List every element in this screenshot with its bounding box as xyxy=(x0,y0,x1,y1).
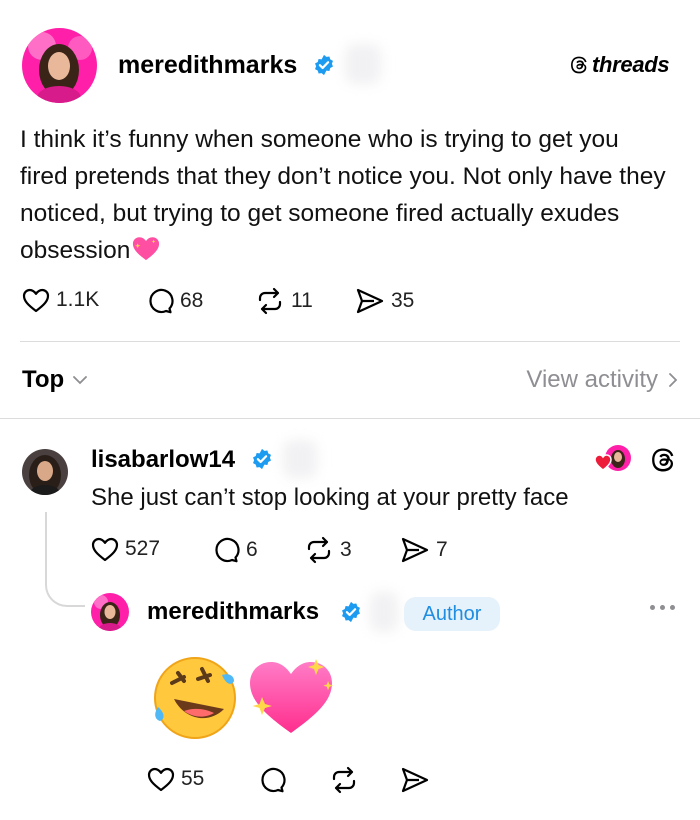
like-count: 1.1K xyxy=(56,288,100,311)
more-options-button[interactable] xyxy=(650,605,675,610)
dot-icon xyxy=(670,605,675,610)
send-icon xyxy=(401,767,429,793)
heart-icon xyxy=(147,767,175,792)
dot-icon xyxy=(660,605,665,610)
reply-text: She just can’t stop looking at your pret… xyxy=(91,484,569,511)
dot-icon xyxy=(650,605,655,610)
view-activity-label: View activity xyxy=(526,366,658,393)
blurred-area xyxy=(345,44,381,84)
reply-avatar[interactable] xyxy=(22,449,68,495)
repost-count: 11 xyxy=(291,289,313,312)
sparkling-heart-emoji xyxy=(133,237,160,261)
author-reply-share-button[interactable] xyxy=(400,766,430,794)
author-reply-like-count: 55 xyxy=(181,767,205,790)
repost-icon xyxy=(332,766,356,794)
divider xyxy=(20,341,680,342)
repost-icon xyxy=(258,287,282,315)
like-button[interactable]: 1.1K xyxy=(22,287,99,313)
reply-like-count: 527 xyxy=(125,537,161,560)
author-avatar[interactable] xyxy=(22,28,97,103)
chevron-right-icon xyxy=(669,373,678,387)
threads-app-icon[interactable] xyxy=(648,445,678,475)
comment-button[interactable]: 68 xyxy=(146,287,203,315)
blurred-area xyxy=(283,440,317,478)
verified-badge-icon xyxy=(315,54,333,76)
verified-badge-icon xyxy=(253,448,271,470)
reply-share-button[interactable]: 7 xyxy=(400,536,448,564)
author-reply-repost-button[interactable] xyxy=(329,766,359,794)
threads-logo-icon xyxy=(571,56,587,74)
comment-icon xyxy=(149,288,174,314)
reply-repost-button[interactable]: 3 xyxy=(304,536,352,564)
post-text: I think it’s funny when someone who is t… xyxy=(20,121,670,269)
reply-repost-count: 3 xyxy=(340,538,352,561)
comment-count: 68 xyxy=(180,289,204,312)
share-button[interactable]: 35 xyxy=(355,287,414,315)
reply-share-count: 7 xyxy=(436,538,448,561)
repost-button[interactable]: 11 xyxy=(255,287,313,315)
thread-connector-line xyxy=(45,512,85,607)
blurred-area xyxy=(370,592,398,632)
post-text-content: I think it’s funny when someone who is t… xyxy=(20,126,666,264)
threads-brand[interactable]: threads xyxy=(568,52,670,78)
author-reply-avatar[interactable] xyxy=(91,593,129,631)
share-count: 35 xyxy=(391,289,415,312)
author-badge: Author xyxy=(404,597,500,631)
sparkling-heart-emoji xyxy=(250,659,333,733)
comment-icon xyxy=(261,767,286,793)
chevron-down-icon xyxy=(73,376,88,385)
reply-comment-button[interactable]: 6 xyxy=(212,536,258,564)
sort-dropdown[interactable]: Top xyxy=(22,366,88,394)
reply-username[interactable]: lisabarlow14 xyxy=(91,446,235,474)
send-icon xyxy=(401,537,429,563)
verified-badge-icon xyxy=(342,601,360,623)
send-icon xyxy=(356,288,384,314)
rolling-laughing-emoji xyxy=(154,657,236,739)
author-username[interactable]: meredithmarks xyxy=(118,51,297,80)
liked-by-author-indicator xyxy=(594,444,634,474)
repost-icon xyxy=(307,536,331,564)
reply-like-button[interactable]: 527 xyxy=(91,536,160,562)
reply-comment-count: 6 xyxy=(246,538,258,561)
author-reply-like-button[interactable]: 55 xyxy=(147,766,204,792)
heart-icon xyxy=(91,537,119,562)
threads-wordmark: threads xyxy=(592,52,670,77)
author-reply-comment-button[interactable] xyxy=(258,766,286,794)
heart-icon xyxy=(22,288,50,313)
sort-label: Top xyxy=(22,366,65,393)
divider xyxy=(0,418,700,419)
author-reply-username[interactable]: meredithmarks xyxy=(147,598,319,626)
comment-icon xyxy=(215,537,240,563)
view-activity-link[interactable]: View activity xyxy=(526,366,678,394)
